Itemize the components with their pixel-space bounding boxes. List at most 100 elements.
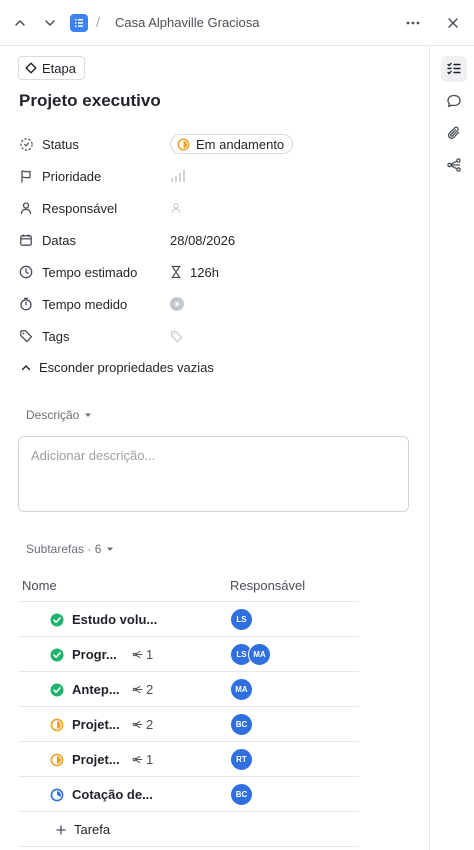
task-title[interactable]: Projeto executivo bbox=[19, 91, 161, 111]
description-toggle[interactable]: Descrição bbox=[26, 408, 92, 422]
priority-bars-icon bbox=[171, 170, 185, 182]
avatar[interactable]: RT bbox=[230, 748, 253, 771]
property-tags: Tags bbox=[18, 325, 418, 347]
status-text: Em andamento bbox=[196, 136, 285, 152]
description-input[interactable]: Adicionar descrição... bbox=[18, 436, 409, 512]
dates-value[interactable]: 28/08/2026 bbox=[170, 233, 235, 248]
subtask-count: 1 bbox=[132, 752, 153, 767]
chevron-up-icon[interactable] bbox=[10, 13, 30, 33]
subtasks-icon bbox=[132, 720, 143, 729]
chevron-up-icon bbox=[21, 364, 31, 370]
status-icon bbox=[18, 136, 34, 152]
subtask-name[interactable]: Antep... bbox=[72, 682, 128, 697]
tracked-time-value[interactable] bbox=[170, 297, 184, 311]
task-type-badge[interactable]: Etapa bbox=[18, 56, 85, 80]
top-bar: / Casa Alphaville Graciosa bbox=[0, 0, 474, 46]
close-icon[interactable] bbox=[443, 13, 463, 33]
project-icon[interactable] bbox=[70, 14, 88, 32]
property-assignee: Responsável bbox=[18, 197, 418, 219]
add-subtask-row[interactable]: Tarefa bbox=[18, 812, 359, 847]
property-status: Status Em andamento bbox=[18, 133, 418, 155]
calendar-icon bbox=[18, 232, 34, 248]
table-row[interactable]: Projet... 2 BC bbox=[18, 707, 359, 742]
description-label: Descrição bbox=[26, 408, 80, 422]
property-label: Tempo estimado bbox=[42, 264, 138, 280]
subtask-name[interactable]: Progr... bbox=[72, 647, 128, 662]
avatar[interactable]: LS bbox=[230, 608, 253, 631]
avatar[interactable]: BC bbox=[230, 783, 253, 806]
table-row[interactable]: Cotação de... BC bbox=[18, 777, 359, 812]
table-row[interactable]: Progr... 1 LS MA bbox=[18, 637, 359, 672]
column-name-header[interactable]: Nome bbox=[22, 578, 57, 593]
in-progress-status-icon[interactable] bbox=[50, 753, 64, 767]
tag-placeholder-icon bbox=[171, 330, 183, 342]
subtasks-icon bbox=[132, 685, 143, 694]
subtask-count-value: 1 bbox=[146, 647, 154, 662]
subtasks-table: Nome Responsável Estudo volu... LS Progr… bbox=[18, 567, 359, 847]
right-rail bbox=[429, 46, 474, 850]
clock-icon bbox=[18, 264, 34, 280]
property-label: Datas bbox=[42, 232, 76, 248]
subtask-name[interactable]: Projet... bbox=[72, 752, 128, 767]
property-tracked-time: Tempo medido bbox=[18, 293, 418, 315]
task-type-label: Etapa bbox=[42, 60, 76, 76]
user-icon bbox=[18, 200, 34, 216]
task-detail-panel: Etapa Projeto executivo Status Em andame… bbox=[0, 46, 429, 850]
properties-list-icon[interactable] bbox=[441, 56, 467, 82]
comment-icon[interactable] bbox=[441, 88, 467, 114]
table-row[interactable]: Estudo volu... LS bbox=[18, 602, 359, 637]
subtasks-label: Subtarefas · 6 bbox=[26, 542, 102, 556]
property-label: Prioridade bbox=[42, 168, 102, 184]
property-estimated-time: Tempo estimado 126h bbox=[18, 261, 418, 283]
breadcrumb-project[interactable]: Casa Alphaville Graciosa bbox=[115, 15, 260, 30]
subtasks-icon bbox=[132, 755, 143, 764]
subtask-count-value: 1 bbox=[146, 752, 154, 767]
subtask-name[interactable]: Projet... bbox=[72, 717, 128, 732]
chevron-down-icon[interactable] bbox=[40, 13, 60, 33]
done-status-icon[interactable] bbox=[50, 648, 64, 662]
property-priority: Prioridade bbox=[18, 165, 418, 187]
attachment-icon[interactable] bbox=[441, 120, 467, 146]
avatar[interactable]: BC bbox=[230, 713, 253, 736]
property-label: Responsável bbox=[42, 200, 118, 216]
column-assignee-header[interactable]: Responsável bbox=[230, 578, 305, 593]
more-options-icon[interactable] bbox=[403, 13, 423, 33]
table-row[interactable]: Projet... 1 RT bbox=[18, 742, 359, 777]
table-header: Nome Responsável bbox=[18, 567, 359, 602]
plus-icon bbox=[56, 824, 66, 835]
description-placeholder: Adicionar descrição... bbox=[31, 448, 156, 463]
subtask-name[interactable]: Estudo volu... bbox=[72, 612, 162, 627]
subtask-name[interactable]: Cotação de... bbox=[72, 787, 162, 802]
avatar[interactable]: MA bbox=[248, 643, 271, 666]
priority-value[interactable] bbox=[170, 169, 186, 183]
hide-empty-label: Esconder propriedades vazias bbox=[39, 360, 214, 375]
hourglass-icon bbox=[171, 265, 181, 279]
in-progress-icon bbox=[177, 138, 190, 150]
done-status-icon[interactable] bbox=[50, 613, 64, 627]
hide-empty-properties-toggle[interactable]: Esconder propriedades vazias bbox=[20, 360, 214, 375]
subtask-count: 2 bbox=[132, 717, 153, 732]
table-row[interactable]: Antep... 2 MA bbox=[18, 672, 359, 707]
share-icon[interactable] bbox=[441, 152, 467, 178]
play-icon[interactable] bbox=[170, 297, 184, 311]
user-placeholder-icon bbox=[171, 203, 181, 214]
in-progress-status-icon[interactable] bbox=[50, 718, 64, 732]
add-subtask-label: Tarefa bbox=[74, 822, 111, 837]
status-value[interactable]: Em andamento bbox=[170, 134, 294, 154]
add-subtask-button[interactable]: Tarefa bbox=[56, 822, 110, 837]
started-status-icon[interactable] bbox=[50, 788, 64, 802]
estimated-time-value[interactable]: 126h bbox=[170, 265, 219, 280]
avatar[interactable]: MA bbox=[230, 678, 253, 701]
property-label: Tempo medido bbox=[42, 296, 128, 312]
subtasks-toggle[interactable]: Subtarefas · 6 bbox=[26, 542, 114, 556]
subtask-count-value: 2 bbox=[146, 682, 154, 697]
subtasks-icon bbox=[132, 650, 143, 659]
tags-value[interactable] bbox=[170, 330, 183, 343]
subtask-count-value: 2 bbox=[146, 717, 154, 732]
status-pill[interactable]: Em andamento bbox=[170, 134, 294, 154]
done-status-icon[interactable] bbox=[50, 683, 64, 697]
assignee-value[interactable] bbox=[170, 201, 182, 215]
property-label: Status bbox=[42, 136, 79, 152]
flag-icon bbox=[18, 168, 34, 184]
breadcrumb-separator: / bbox=[96, 14, 100, 30]
